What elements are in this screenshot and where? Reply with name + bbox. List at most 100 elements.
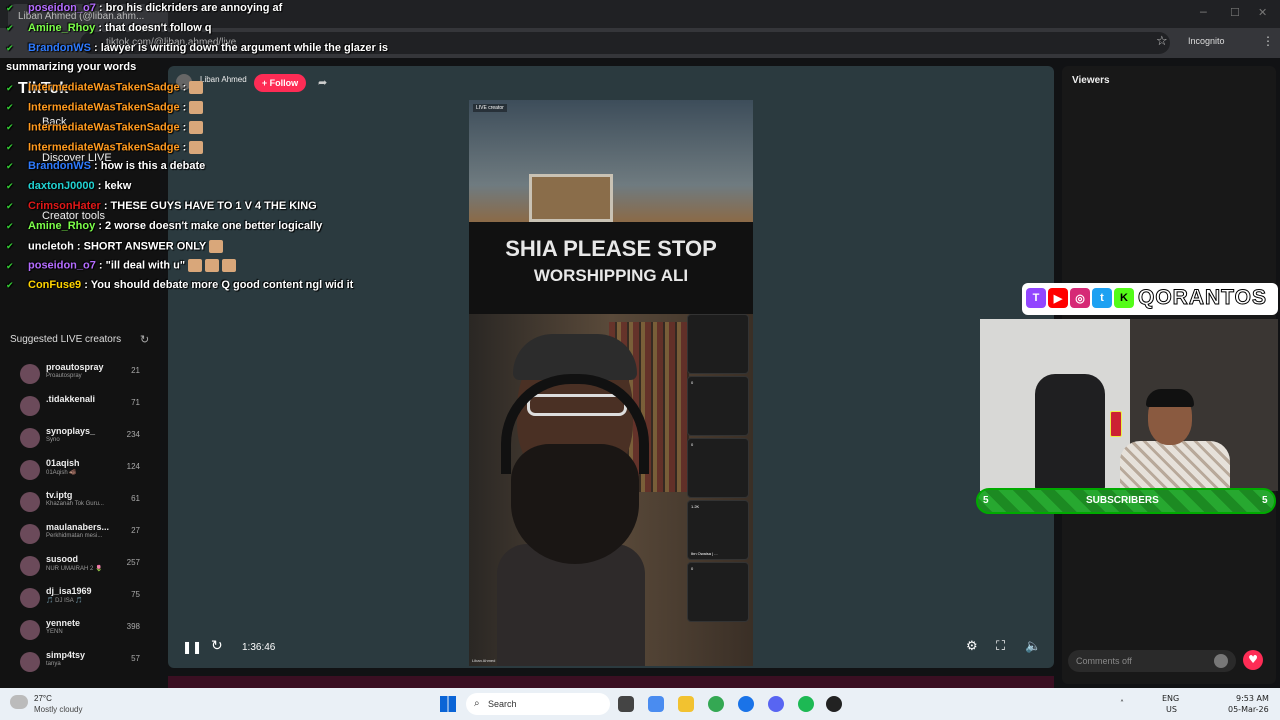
weather-condition[interactable]: Mostly cloudy [34,705,82,714]
streamer-hair [1146,389,1194,407]
suggested-creator[interactable]: maulanabers... Perkhidmatan mesi... 27 [20,522,140,550]
comment-input[interactable]: Comments off [1068,650,1236,672]
weather-temp[interactable]: 27°C [34,694,52,703]
tray-chevron-icon[interactable]: ˄ [1120,699,1124,708]
chat-username[interactable]: BrandonWS [28,160,91,172]
twitch-icon: T [1026,288,1046,308]
start-icon[interactable] [440,696,456,712]
share-icon[interactable]: ➦ [318,76,327,89]
chat-emote [205,259,220,273]
browser-menu-icon[interactable]: ⋮ [1262,34,1274,48]
chat-message: ✔ Amine_Rhoy : that doesn't follow q [6,22,212,34]
guest-label: Ibn Owaisa | ... [691,551,718,556]
chat-username[interactable]: daxtonJ0000 [28,180,95,192]
taskbar-search[interactable]: Search [466,693,610,715]
video-banner: SHIA PLEASE STOP WORSHIPPING ALI [469,222,753,314]
suggested-creator[interactable]: 01aqish 01Aqish 🐗 124 [20,458,140,486]
bookmark-star-icon[interactable]: ☆ [1156,34,1168,49]
incognito-badge[interactable]: Incognito [1188,36,1225,46]
clock-time[interactable]: 9:53 AM [1236,694,1269,703]
chat-badge-icon: ✔ [6,242,14,252]
search-icon: ⌕ [474,698,480,709]
maximize-icon[interactable]: ☐ [1230,6,1240,19]
suggested-creator[interactable]: tv.iptg Khazanah Tok Guru... 61 [20,490,140,518]
creator-viewers: 71 [131,398,140,407]
chrome-icon[interactable] [708,696,724,712]
chat-username[interactable]: IntermediateWasTakenSadge [28,101,180,113]
suggested-creator[interactable]: yennete YENN 398 [20,618,140,646]
creator-subtitle: NUR UMAIRAH 2 🌷 [46,566,103,572]
heart-icon[interactable]: ♥ [1243,650,1263,670]
discord-icon[interactable] [768,696,784,712]
close-window-icon[interactable]: ✕ [1258,6,1267,19]
chat-message: ✔ Amine_Rhoy : 2 worse doesn't make one b… [6,220,322,232]
spotify-icon[interactable] [798,696,814,712]
youtube-icon: ▶ [1048,288,1068,308]
creator-avatar [20,396,40,416]
guest-tile[interactable]: 1.2K Ibn Owaisa | ... [687,500,749,560]
chat-message: ✔ daxtonJ0000 : kekw [6,180,131,192]
language-bottom[interactable]: US [1166,705,1177,714]
pause-icon[interactable]: ❚❚ [182,640,202,654]
follow-button[interactable]: + Follow [254,74,306,92]
chat-username[interactable]: Amine_Rhoy [28,220,95,232]
chat-username[interactable]: poseidon_o7 [28,260,96,272]
creator-avatar [20,620,40,640]
clock-date[interactable]: 05-Mar-26 [1228,705,1269,714]
creator-name: yennete [46,618,81,628]
chat-badge-icon: ✔ [6,83,14,94]
task-view-icon[interactable] [618,696,634,712]
chat-username[interactable]: uncletoh [28,240,74,252]
reload-icon[interactable]: ↻ [211,638,223,654]
chat-username[interactable]: IntermediateWasTakenSadge [28,82,180,94]
minimize-icon[interactable]: ─ [1200,6,1207,19]
cabinet-shape [529,174,613,222]
suggested-creator[interactable]: .tidakkenali 71 [20,394,140,422]
chat-text: : how is this a debate [94,160,206,173]
creator-viewers: 257 [126,558,140,567]
refresh-icon[interactable]: ↻ [140,333,149,346]
instagram-icon: ◎ [1070,288,1090,308]
copilot-icon[interactable] [648,696,664,712]
chat-username[interactable]: ConFuse9 [28,279,81,291]
chat-username[interactable]: BrandonWS [28,42,91,54]
creator-name: synoplays_ [46,426,96,436]
suggested-creator[interactable]: dj_isa1969 🎵 DJ ISA 🎵 75 [20,586,140,614]
guest-tile[interactable]: 0 [687,562,749,622]
chat-username[interactable]: IntermediateWasTakenSadge [28,121,180,133]
obs-icon[interactable] [826,696,842,712]
suggested-creator[interactable]: simp4tsy tanya 57 [20,650,140,678]
chat-message: ✔ BrandonWS : lawyer is writing down the … [6,42,388,54]
creator-viewers: 27 [131,526,140,535]
suggested-creator[interactable]: susood NUR UMAIRAH 2 🌷 257 [20,554,140,582]
cloud-icon[interactable] [10,695,28,709]
streamer-shirt [1120,441,1230,491]
suggested-creator[interactable]: proautospray Proautospray 21 [20,362,140,390]
guest-count: 0 [691,380,694,385]
chat-badge-icon: ✔ [6,261,14,272]
guest-count: 0 [691,566,694,571]
webcam-chair [1035,374,1105,491]
chat-badge-icon: ✔ [6,182,14,193]
file-explorer-icon[interactable] [678,696,694,712]
guest-tile[interactable] [687,314,749,374]
volume-icon[interactable]: 🔈 [1025,639,1041,654]
settings-icon[interactable]: ⚙ [966,639,978,654]
guest-tile[interactable]: 0 [687,376,749,436]
chat-username[interactable]: IntermediateWasTakenSadge [28,141,180,153]
edge-icon[interactable] [738,696,754,712]
guest-tile[interactable]: 0 [687,438,749,498]
live-video[interactable]: LIVE creator SHIA PLEASE STOP WORSHIPPIN… [469,100,753,666]
language-top[interactable]: ENG [1162,694,1179,703]
chat-username[interactable]: Amine_Rhoy [28,22,95,34]
emoji-icon[interactable] [1214,654,1228,668]
chat-username[interactable]: CrimsonHater [28,200,101,212]
chat-username[interactable]: poseidon_o7 [28,2,96,14]
fullscreen-icon[interactable]: ⛶ [996,639,1005,654]
creator-avatar [20,460,40,480]
chat-text: : THESE GUYS HAVE TO 1 V 4 THE KING [103,200,317,212]
creator-subtitle: Proautospray [46,373,82,379]
chat-emote [189,120,204,134]
suggested-creator[interactable]: synoplays_ Syno 234 [20,426,140,454]
chat-message: ✔ BrandonWS : how is this a debate [6,160,205,172]
